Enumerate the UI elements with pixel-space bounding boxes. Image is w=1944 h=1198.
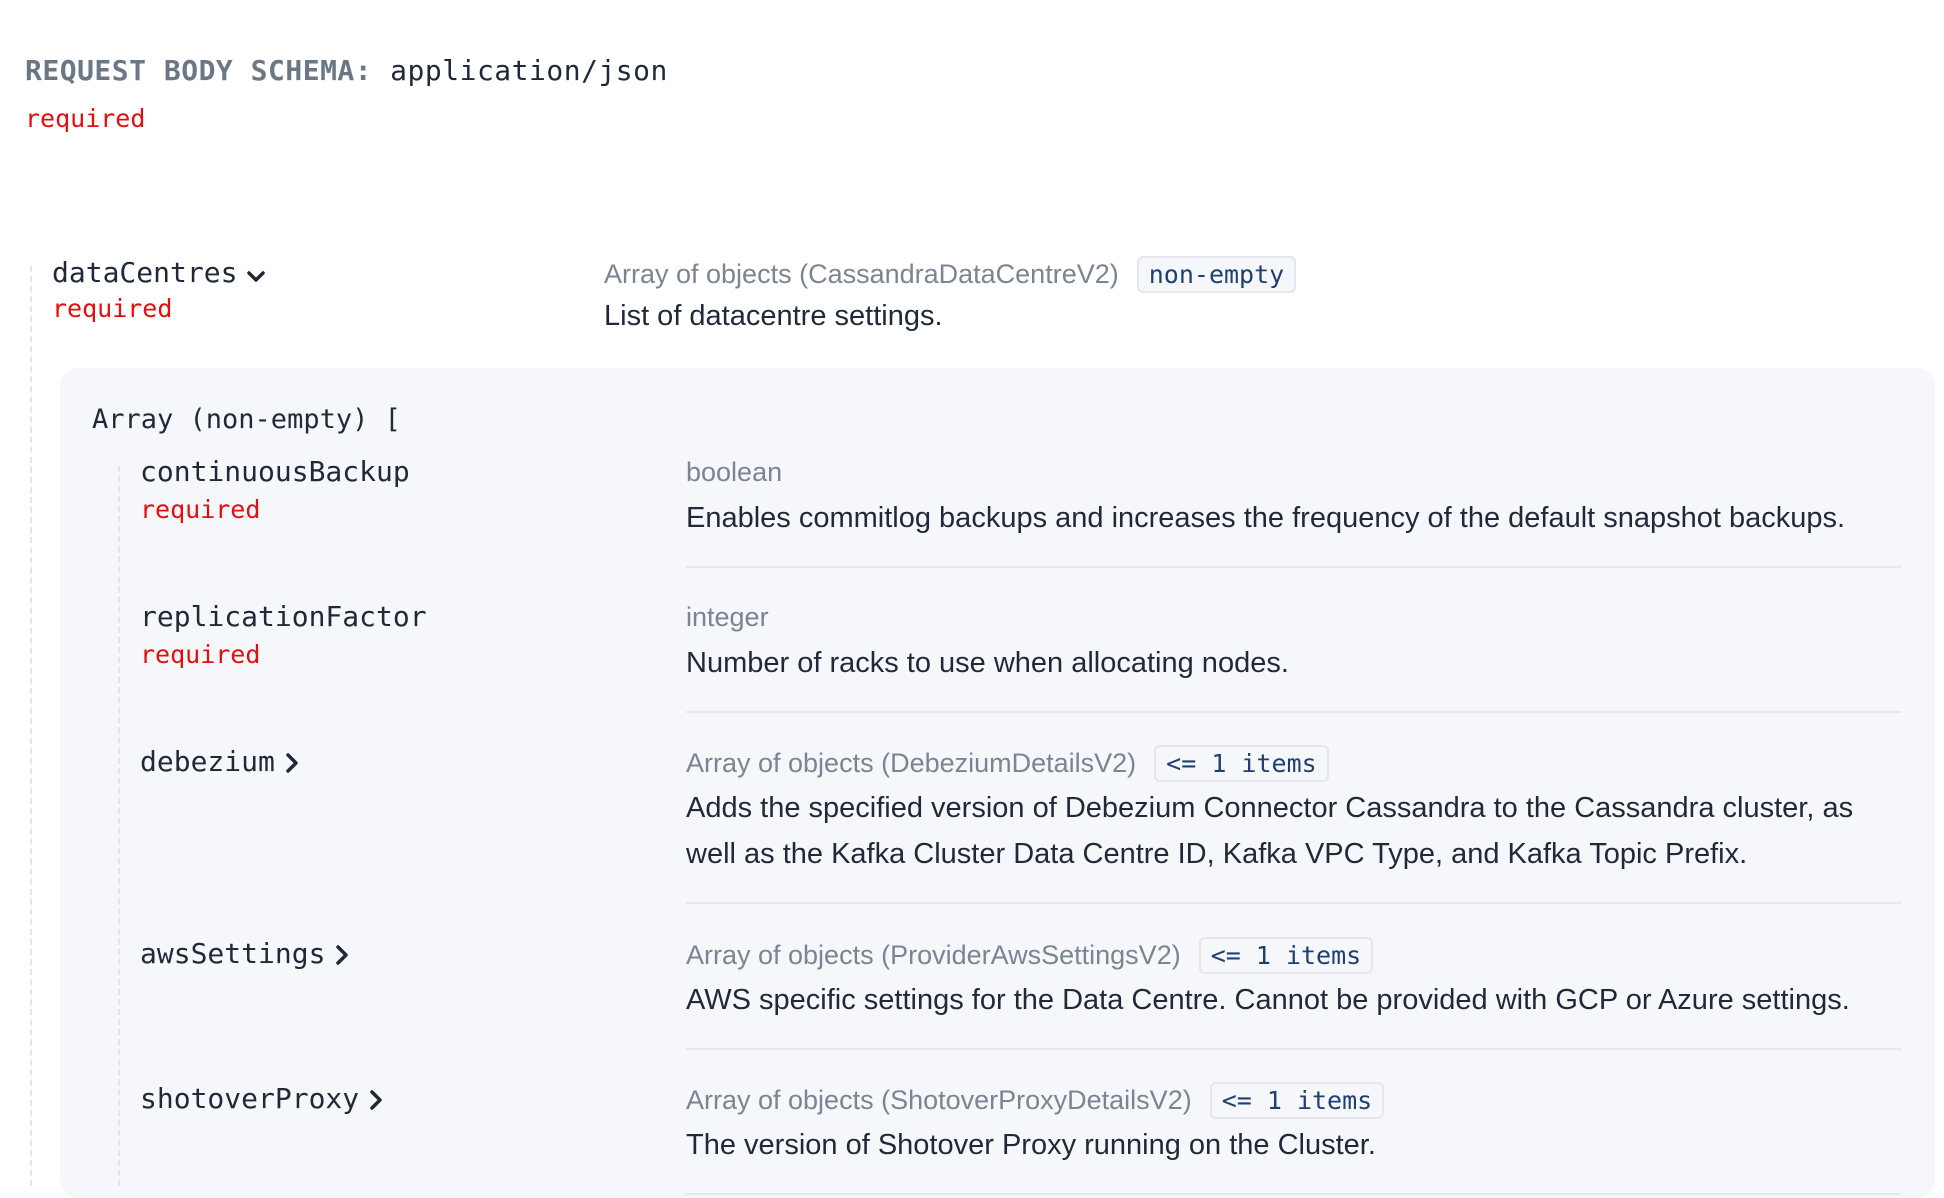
- type-text: integer: [686, 602, 769, 632]
- property-name: continuousBackup: [140, 455, 410, 488]
- property-name: dataCentres: [52, 256, 238, 289]
- property-type: Array of objects (ShotoverProxyDetailsV2…: [686, 1082, 1385, 1119]
- property-datacentres-toggle[interactable]: dataCentres: [52, 256, 266, 291]
- chevron-right-icon: [285, 747, 299, 780]
- row-divider: [686, 902, 1901, 904]
- property-description: Enables commitlog backups and increases …: [686, 502, 1846, 534]
- property-type: integer: [686, 602, 769, 633]
- row-divider: [686, 711, 1901, 713]
- array-label: Array (non-empty) [: [92, 404, 401, 435]
- schema-required-label: required: [25, 104, 146, 133]
- property-name: shotoverProxy: [140, 1082, 360, 1115]
- property-description: Number of racks to use when allocating n…: [686, 647, 1289, 679]
- tree-line: [30, 266, 32, 1186]
- property-name: awsSettings: [140, 937, 326, 970]
- property-shotoverproxy-toggle[interactable]: shotoverProxy: [140, 1082, 383, 1117]
- required-label: required: [52, 294, 173, 323]
- nested-schema-panel: [60, 368, 1935, 1198]
- property-description: List of datacentre settings.: [604, 300, 943, 332]
- property-description: AWS specific settings for the Data Centr…: [686, 984, 1850, 1016]
- property-debezium-toggle[interactable]: debezium: [140, 745, 299, 780]
- type-text: boolean: [686, 457, 783, 487]
- nested-tree-line: [118, 466, 120, 1186]
- row-divider: [686, 1048, 1901, 1050]
- required-label: required: [140, 495, 261, 524]
- required-label: required: [140, 640, 261, 669]
- chevron-down-icon: [247, 258, 266, 291]
- type-text: Array of objects (DebeziumDetailsV2): [686, 748, 1137, 778]
- content-type: application/json: [390, 54, 668, 87]
- schema-label: REQUEST BODY SCHEMA:: [25, 54, 373, 87]
- property-type: Array of objects (DebeziumDetailsV2) <= 1…: [686, 745, 1329, 782]
- row-divider: [686, 566, 1901, 568]
- constraint-badge: <= 1 items: [1209, 1082, 1385, 1119]
- property-awssettings-toggle[interactable]: awsSettings: [140, 937, 349, 972]
- request-body-schema-header: REQUEST BODY SCHEMA: application/json: [25, 54, 668, 87]
- property-name: replicationFactor: [140, 600, 427, 633]
- property-name: debezium: [140, 745, 275, 778]
- constraint-badge: <= 1 items: [1198, 937, 1374, 974]
- type-text: Array of objects (CassandraDataCentreV2): [604, 259, 1119, 289]
- property-type: Array of objects (CassandraDataCentreV2)…: [604, 256, 1297, 293]
- chevron-right-icon: [335, 939, 349, 972]
- row-divider: [686, 1193, 1901, 1195]
- chevron-right-icon: [369, 1084, 383, 1117]
- constraint-badge: <= 1 items: [1154, 745, 1329, 782]
- property-description: Adds the specified version of Debezium C…: [686, 792, 1854, 870]
- type-text: Array of objects (ProviderAwsSettingsV2): [686, 940, 1181, 970]
- property-description: The version of Shotover Proxy running on…: [686, 1129, 1376, 1161]
- property-type: boolean: [686, 457, 782, 488]
- constraint-badge: non-empty: [1136, 256, 1297, 293]
- type-text: Array of objects (ShotoverProxyDetailsV2…: [686, 1085, 1192, 1115]
- property-type: Array of objects (ProviderAwsSettingsV2)…: [686, 937, 1374, 974]
